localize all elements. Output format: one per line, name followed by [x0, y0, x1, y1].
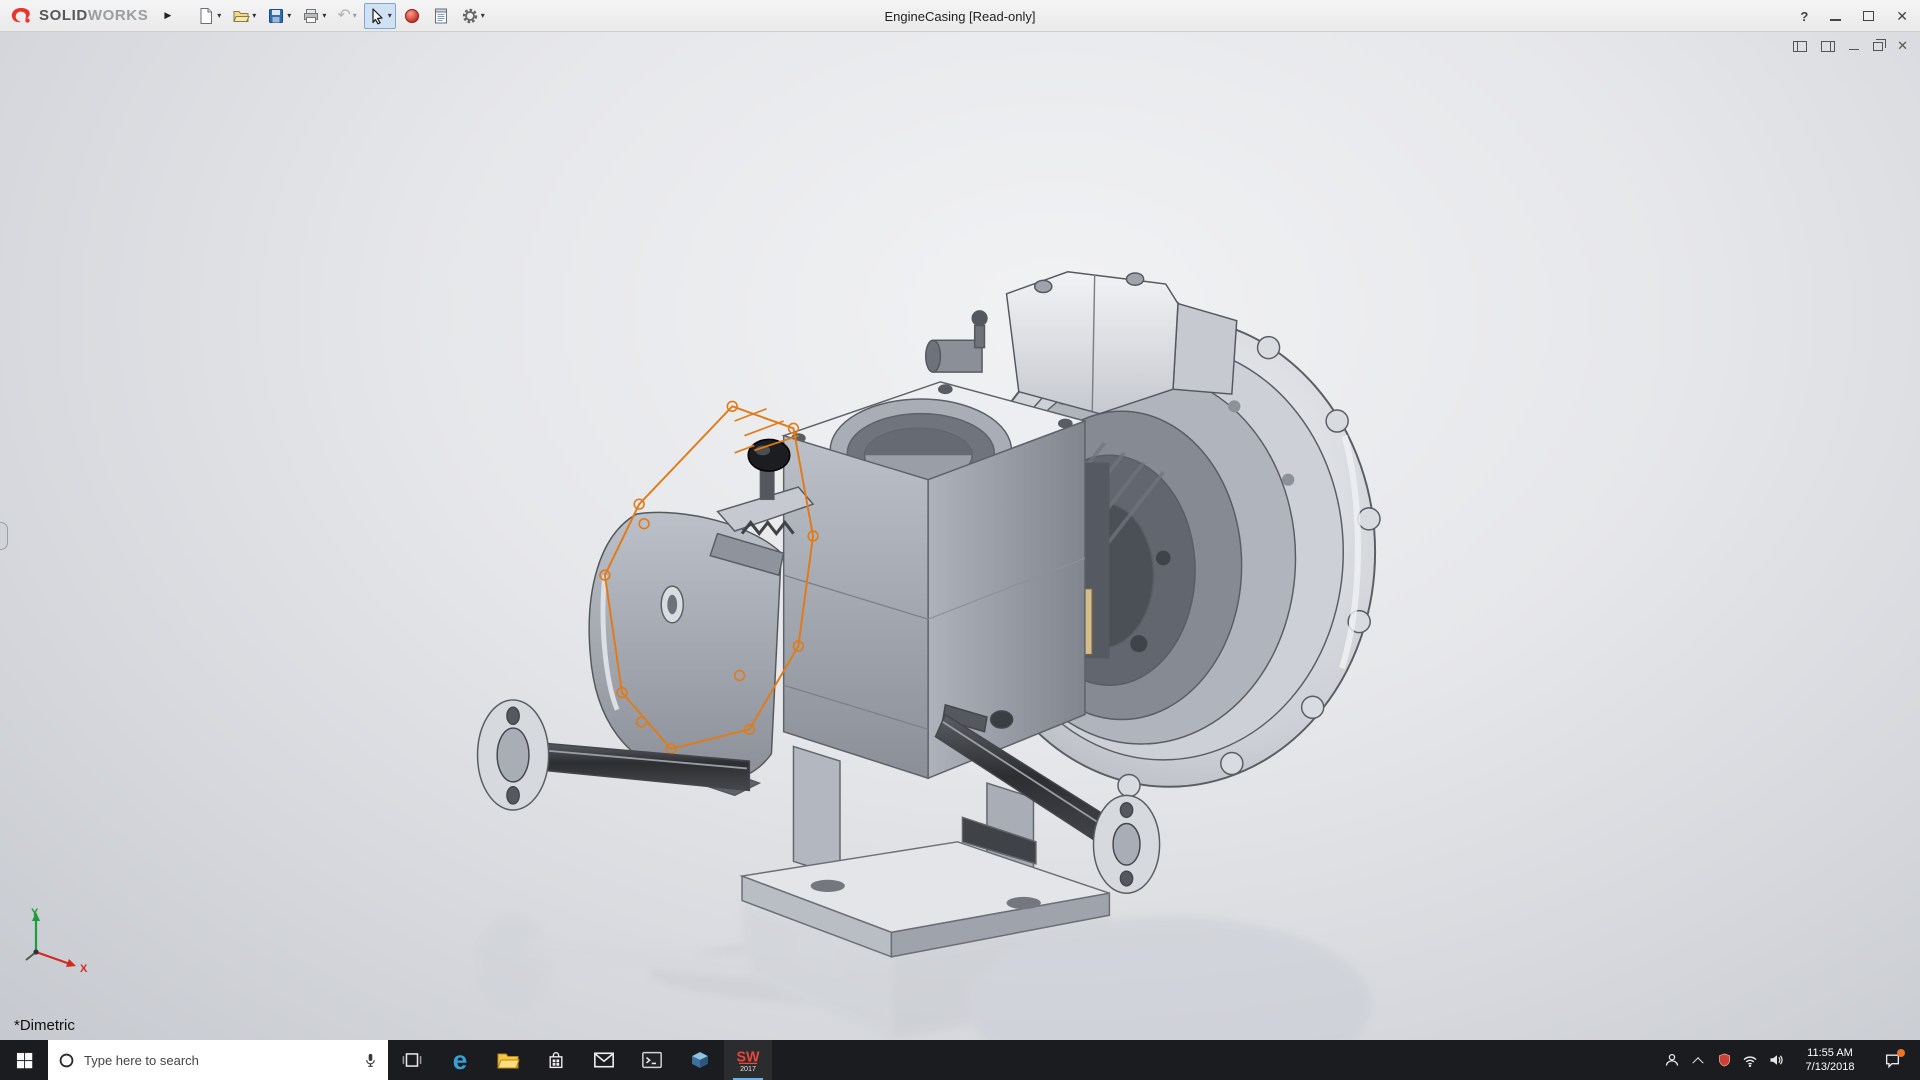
maximize-button[interactable] [1863, 11, 1874, 21]
help-button[interactable]: ? [1800, 9, 1808, 24]
select-button[interactable]: ▾ [364, 3, 396, 29]
caret-down-icon[interactable]: ▾ [322, 11, 326, 20]
panel-collapse-tab[interactable] [0, 522, 8, 550]
terminal-button[interactable] [628, 1040, 676, 1080]
document-title: EngineCasing [Read-only] [884, 0, 1035, 32]
save-floppy-icon [267, 7, 285, 25]
edrawings-button[interactable] [676, 1040, 724, 1080]
menu-flyout-arrow[interactable]: ▶ [164, 10, 171, 21]
taskbar-clock[interactable]: 11:55 AM 7/13/2018 [1789, 1046, 1871, 1074]
pane-left-icon [1793, 41, 1807, 52]
orientation-triad: Y X [22, 906, 98, 982]
brand-name: SOLIDWORKS [39, 7, 148, 24]
open-button[interactable]: ▾ [228, 3, 260, 29]
solidworks-logo: SOLIDWORKS [8, 5, 154, 27]
caret-down-icon[interactable]: ▾ [353, 11, 357, 20]
rebuild-sphere-icon [403, 7, 421, 25]
hidden-icons-button[interactable] [1685, 1040, 1711, 1080]
solidworks-app-button[interactable]: SW 2017 [724, 1040, 772, 1080]
action-center-button[interactable] [1871, 1040, 1913, 1080]
caret-down-icon[interactable]: ▾ [388, 11, 392, 20]
quick-toolbar: ▾ ▾ ▾ [193, 3, 489, 29]
chevron-up-icon [1692, 1057, 1703, 1068]
triad-x-label: X [80, 963, 88, 975]
shield-icon [1717, 1052, 1732, 1068]
select-cursor-icon [368, 7, 386, 25]
notification-badge [1897, 1049, 1905, 1057]
gear-icon [461, 7, 479, 25]
options-button[interactable]: ▾ [457, 3, 489, 29]
doc-close-button[interactable]: ✕ [1897, 38, 1908, 54]
microphone-icon[interactable] [363, 1051, 378, 1070]
solidworks-window: SOLIDWORKS ▶ ▾ ▾ [0, 0, 1920, 1080]
start-button[interactable] [0, 1040, 48, 1080]
file-explorer-icon [496, 1050, 520, 1070]
close-button[interactable]: ✕ [1896, 8, 1908, 25]
caret-down-icon[interactable]: ▾ [287, 11, 291, 20]
doc-restore-icon [1873, 42, 1883, 51]
rebuild-button[interactable] [399, 3, 425, 29]
undo-button[interactable]: ↶ ▾ [333, 3, 360, 29]
security-button[interactable] [1711, 1040, 1737, 1080]
people-icon [1664, 1052, 1680, 1068]
engine-casing-model[interactable] [0, 32, 1920, 1040]
edge-button[interactable]: e [436, 1040, 484, 1080]
print-icon [302, 7, 320, 25]
doc-minimize-icon [1849, 42, 1859, 50]
doc-minimize-button[interactable] [1849, 42, 1859, 50]
file-properties-button[interactable] [428, 3, 454, 29]
titlebar: SOLIDWORKS ▶ ▾ ▾ [0, 0, 1920, 32]
file-properties-icon [432, 7, 450, 25]
solidworks-app-icon: SW 2017 [735, 1047, 761, 1073]
volume-button[interactable] [1763, 1040, 1789, 1080]
caret-down-icon[interactable]: ▾ [217, 11, 221, 20]
pane-right-button[interactable] [1821, 41, 1835, 52]
pane-left-button[interactable] [1793, 41, 1807, 52]
taskbar-search-box[interactable] [48, 1040, 388, 1080]
network-button[interactable] [1737, 1040, 1763, 1080]
doc-restore-button[interactable] [1873, 42, 1883, 51]
minimize-icon [1830, 12, 1841, 21]
print-button[interactable]: ▾ [298, 3, 330, 29]
store-button[interactable] [532, 1040, 580, 1080]
wifi-icon [1742, 1053, 1758, 1068]
windows-logo-icon [16, 1052, 33, 1069]
clock-date: 7/13/2018 [1793, 1060, 1867, 1074]
new-document-button[interactable]: ▾ [193, 3, 225, 29]
cortana-icon [58, 1052, 75, 1069]
people-button[interactable] [1659, 1040, 1685, 1080]
task-view-icon [401, 1050, 423, 1070]
terminal-icon [641, 1050, 663, 1070]
clock-time: 11:55 AM [1793, 1046, 1867, 1060]
window-controls: ? ✕ [1800, 0, 1908, 32]
mail-button[interactable] [580, 1040, 628, 1080]
search-input[interactable] [84, 1053, 354, 1068]
minimize-button[interactable] [1830, 12, 1841, 21]
document-window-controls: ✕ [1793, 38, 1908, 54]
edge-icon: e [453, 1047, 467, 1073]
pane-right-icon [1821, 41, 1835, 52]
dassault-mark-icon [8, 5, 34, 27]
svg-text:2017: 2017 [740, 1065, 756, 1073]
main-block[interactable] [784, 382, 1085, 778]
file-explorer-button[interactable] [484, 1040, 532, 1080]
system-tray: 11:55 AM 7/13/2018 [1659, 1040, 1920, 1080]
cad-cube-icon [689, 1049, 711, 1071]
new-document-icon [197, 7, 215, 25]
graphics-viewport[interactable]: ✕ [0, 32, 1920, 1040]
speaker-icon [1768, 1052, 1784, 1068]
task-view-button[interactable] [388, 1040, 436, 1080]
windows-taskbar: e [0, 1040, 1920, 1080]
open-folder-icon [232, 7, 250, 25]
store-bag-icon [546, 1050, 566, 1070]
caret-down-icon[interactable]: ▾ [481, 11, 485, 20]
triad-y-label: Y [31, 907, 39, 919]
mail-icon [593, 1051, 615, 1069]
caret-down-icon[interactable]: ▾ [252, 11, 256, 20]
maximize-icon [1863, 11, 1874, 21]
view-orientation-label: *Dimetric [14, 1017, 75, 1034]
undo-icon: ↶ [337, 8, 350, 24]
save-button[interactable]: ▾ [263, 3, 295, 29]
